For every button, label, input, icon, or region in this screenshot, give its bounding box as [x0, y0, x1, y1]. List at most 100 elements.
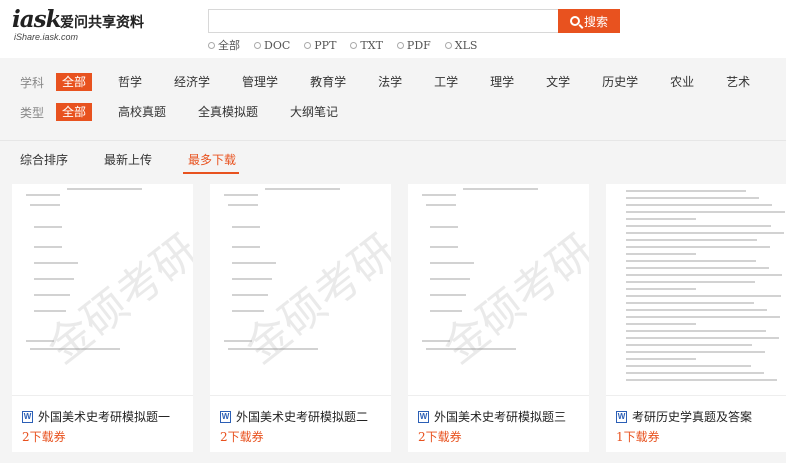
filetype-option-pdf[interactable]: PDF: [396, 37, 431, 53]
word-doc-icon: W: [22, 410, 33, 423]
preview-text-line: [430, 262, 474, 264]
header: iask 爱问共享资料 iShare.iask.com 搜索 全部 DOC PP…: [0, 0, 786, 58]
subject-chip-art[interactable]: 艺术: [720, 73, 756, 91]
preview-text-line: [626, 218, 696, 220]
preview-text-line: [626, 358, 696, 360]
watermark: 金硕考研: [433, 225, 589, 374]
preview-text-line: [626, 232, 784, 234]
subject-chip-management[interactable]: 管理学: [236, 73, 284, 91]
preview-text-line: [34, 262, 78, 264]
document-thumbnail[interactable]: 金硕考研: [210, 184, 391, 396]
preview-text-line: [426, 204, 456, 206]
preview-text-line: [67, 188, 142, 190]
document-thumbnail[interactable]: 金硕考研: [12, 184, 193, 396]
preview-text-line: [626, 372, 764, 374]
preview-text-line: [422, 194, 456, 196]
preview-text-line: [626, 211, 785, 213]
preview-text-line: [224, 194, 258, 196]
preview-text-line: [626, 274, 782, 276]
sort-bar: 综合排序 最新上传 最多下载: [0, 140, 786, 176]
download-cost: 2下载券: [220, 430, 264, 444]
document-title[interactable]: W 考研历史学真题及答案: [616, 408, 752, 425]
subject-chip-science[interactable]: 理学: [484, 73, 520, 91]
preview-text-line: [626, 323, 696, 325]
preview-text-line: [430, 246, 458, 248]
radio-icon: [444, 41, 452, 49]
document-thumbnail[interactable]: 金硕考研: [408, 184, 589, 396]
preview-text-line: [34, 226, 62, 228]
search-button[interactable]: 搜索: [558, 9, 620, 33]
radio-icon: [350, 41, 358, 49]
filetype-option-ppt[interactable]: PPT: [304, 37, 336, 53]
preview-text-line: [626, 337, 779, 339]
preview-text-line: [34, 246, 62, 248]
filetype-label: TXT: [360, 38, 383, 52]
subject-filter-row: 学科 全部 哲学 经济学 管理学 教育学 法学 工学 理学 文学 历史学 农业 …: [20, 72, 776, 92]
filetype-label: XLS: [454, 38, 478, 52]
search-icon: [569, 16, 580, 26]
filetype-option-xls[interactable]: XLS: [444, 37, 478, 53]
document-card[interactable]: 金硕考研 W 外国美术史考研模拟题三 2下载券: [408, 184, 589, 452]
preview-text-line: [265, 188, 340, 190]
filetype-label: DOC: [264, 38, 291, 52]
sort-tab-newest[interactable]: 最新上传: [104, 151, 152, 168]
watermark: 金硕考研: [235, 225, 391, 374]
logo-mark: iask: [12, 6, 62, 33]
document-title-text: 外国美术史考研模拟题二: [236, 410, 369, 424]
logo-text: 爱问共享资料: [60, 15, 144, 31]
subject-chip-law[interactable]: 法学: [372, 73, 408, 91]
logo-subtitle: iShare.iask.com: [14, 32, 79, 42]
document-title-text: 外国美术史考研模拟题三: [434, 410, 567, 424]
subject-chip-philosophy[interactable]: 哲学: [112, 73, 148, 91]
subject-chip-economics[interactable]: 经济学: [168, 73, 216, 91]
document-card[interactable]: 金硕考研 W 外国美术史考研模拟题一 2下载券: [12, 184, 193, 452]
document-title[interactable]: W 外国美术史考研模拟题二: [220, 408, 368, 425]
subject-chip-education[interactable]: 教育学: [304, 73, 352, 91]
preview-text-line: [232, 226, 260, 228]
subject-chip-history[interactable]: 历史学: [596, 73, 644, 91]
preview-text-line: [626, 253, 696, 255]
filetype-options: 全部 DOC PPT TXT PDF XLS: [208, 37, 477, 53]
preview-text-line: [626, 267, 769, 269]
preview-text-line: [430, 278, 470, 280]
document-card[interactable]: 金硕考研 W 外国美术史考研模拟题二 2下载券: [210, 184, 391, 452]
radio-icon: [208, 41, 215, 49]
filetype-option-all[interactable]: 全部: [208, 37, 240, 53]
watermark: 金硕考研: [37, 225, 193, 374]
preview-text-line: [626, 379, 777, 381]
preview-text-line: [463, 188, 538, 190]
sort-tab-overall[interactable]: 综合排序: [20, 151, 68, 168]
document-thumbnail[interactable]: [606, 184, 786, 396]
subject-filter-label: 学科: [20, 75, 45, 90]
subject-chip-all[interactable]: 全部: [56, 73, 93, 91]
subject-chip-literature[interactable]: 文学: [540, 73, 576, 91]
sort-tab-most-downloaded[interactable]: 最多下载: [188, 151, 236, 168]
active-tab-underline: [183, 172, 239, 174]
subject-chip-engineering[interactable]: 工学: [428, 73, 464, 91]
search-button-label: 搜索: [583, 14, 608, 29]
preview-text-line: [34, 294, 70, 296]
preview-text-line: [626, 281, 755, 283]
type-chip-exam-papers[interactable]: 高校真题: [112, 103, 172, 121]
download-cost: 2下载券: [22, 430, 66, 444]
type-chip-all[interactable]: 全部: [56, 103, 93, 121]
filetype-option-doc[interactable]: DOC: [254, 37, 290, 53]
document-title[interactable]: W 外国美术史考研模拟题三: [418, 408, 566, 425]
search-input[interactable]: [208, 9, 558, 33]
radio-icon: [254, 41, 261, 49]
filetype-label: PPT: [314, 38, 337, 52]
document-title[interactable]: W 外国美术史考研模拟题一: [22, 408, 170, 425]
preview-text-line: [626, 316, 780, 318]
type-chip-notes[interactable]: 大纲笔记: [284, 103, 344, 121]
type-chip-mock-tests[interactable]: 全真模拟题: [192, 103, 264, 121]
preview-text-line: [232, 262, 276, 264]
download-cost: 1下载券: [616, 430, 660, 444]
subject-chip-agriculture[interactable]: 农业: [664, 73, 700, 91]
preview-text-line: [626, 260, 756, 262]
document-title-text: 外国美术史考研模拟题一: [38, 410, 171, 424]
preview-text-line: [626, 302, 754, 304]
document-card[interactable]: W 考研历史学真题及答案 1下载券: [606, 184, 786, 452]
preview-text-line: [626, 246, 770, 248]
filetype-option-txt[interactable]: TXT: [350, 37, 383, 53]
preview-text-line: [26, 194, 60, 196]
